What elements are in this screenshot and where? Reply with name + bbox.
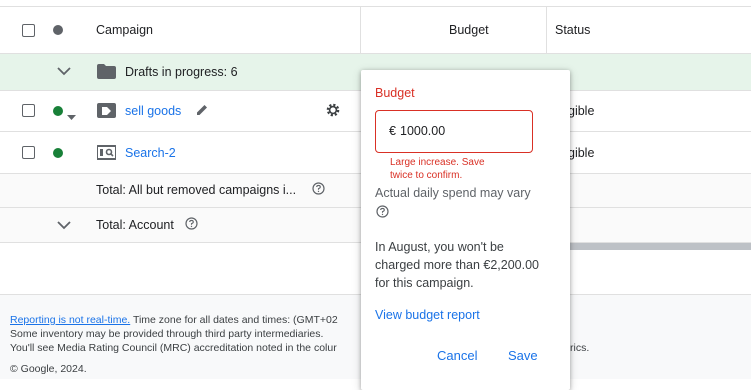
footer-line-timezone: Reporting is not real-time. Time zone fo… bbox=[10, 314, 338, 326]
select-all-checkbox[interactable] bbox=[22, 24, 35, 37]
view-budget-report-link[interactable]: View budget report bbox=[375, 308, 480, 322]
total-label: Total: All but removed campaigns i... bbox=[96, 183, 297, 197]
budget-field-label: Budget bbox=[375, 86, 415, 100]
enabled-status-icon[interactable] bbox=[53, 148, 63, 158]
tag-icon bbox=[97, 103, 116, 123]
total-label: Total: Account bbox=[96, 218, 174, 232]
warning-line: twice to confirm. bbox=[390, 170, 463, 181]
gear-icon[interactable] bbox=[325, 102, 341, 123]
chevron-down-icon[interactable] bbox=[56, 64, 72, 82]
status-text: gible bbox=[568, 146, 595, 160]
search-campaign-icon bbox=[96, 145, 117, 165]
cancel-button[interactable]: Cancel bbox=[437, 348, 477, 363]
help-circle-icon[interactable] bbox=[376, 205, 389, 223]
budget-edit-popup[interactable]: Budget € 1000.00 Large increase. Save tw… bbox=[361, 70, 570, 390]
timezone-text: Time zone for all dates and times: (GMT+… bbox=[130, 314, 338, 326]
row-checkbox[interactable] bbox=[22, 104, 35, 117]
footer-line-mrc: You'll see Media Rating Council (MRC) ac… bbox=[10, 342, 337, 354]
currency-symbol: € bbox=[389, 124, 396, 138]
chevron-down-icon[interactable] bbox=[56, 218, 72, 236]
campaign-link[interactable]: Search-2 bbox=[125, 146, 176, 160]
footer-line-mrc-tail: rics. bbox=[570, 342, 590, 354]
help-circle-icon[interactable] bbox=[312, 182, 325, 200]
pencil-icon[interactable] bbox=[195, 103, 209, 122]
august-note: In August, you won't be charged more tha… bbox=[375, 238, 539, 292]
campaign-link[interactable]: sell goods bbox=[125, 104, 181, 118]
save-button[interactable]: Save bbox=[508, 348, 538, 363]
enabled-status-icon[interactable] bbox=[53, 106, 63, 116]
status-text: gible bbox=[568, 104, 595, 118]
august-note-line: In August, you won't be bbox=[375, 240, 504, 254]
budget-input[interactable]: € 1000.00 bbox=[375, 110, 533, 153]
status-dropdown-icon[interactable] bbox=[67, 108, 76, 126]
drafts-label[interactable]: Drafts in progress: 6 bbox=[125, 65, 238, 79]
august-note-line: charged more than €2,200.00 bbox=[375, 258, 540, 272]
help-circle-icon[interactable] bbox=[185, 217, 198, 235]
august-note-line: for this campaign. bbox=[375, 276, 474, 290]
realtime-link[interactable]: Reporting is not real-time. bbox=[10, 314, 130, 326]
budget-value[interactable]: 1000.00 bbox=[400, 124, 445, 138]
campaign-column-header[interactable]: Campaign bbox=[96, 23, 153, 37]
budget-column-header[interactable]: Budget bbox=[449, 23, 489, 37]
status-dot-icon bbox=[53, 25, 63, 35]
spend-note: Actual daily spend may vary bbox=[375, 186, 531, 200]
status-column-header[interactable]: Status bbox=[555, 23, 590, 37]
budget-warning: Large increase. Save twice to confirm. bbox=[390, 156, 485, 182]
footer-line-inventory: Some inventory may be provided through t… bbox=[10, 328, 324, 340]
copyright: © Google, 2024. bbox=[10, 363, 87, 375]
table-header: Campaign Budget Status bbox=[0, 7, 751, 53]
horizontal-scrollbar[interactable] bbox=[560, 243, 751, 250]
warning-line: Large increase. Save bbox=[390, 157, 485, 168]
folder-icon bbox=[97, 64, 116, 84]
row-checkbox[interactable] bbox=[22, 146, 35, 159]
